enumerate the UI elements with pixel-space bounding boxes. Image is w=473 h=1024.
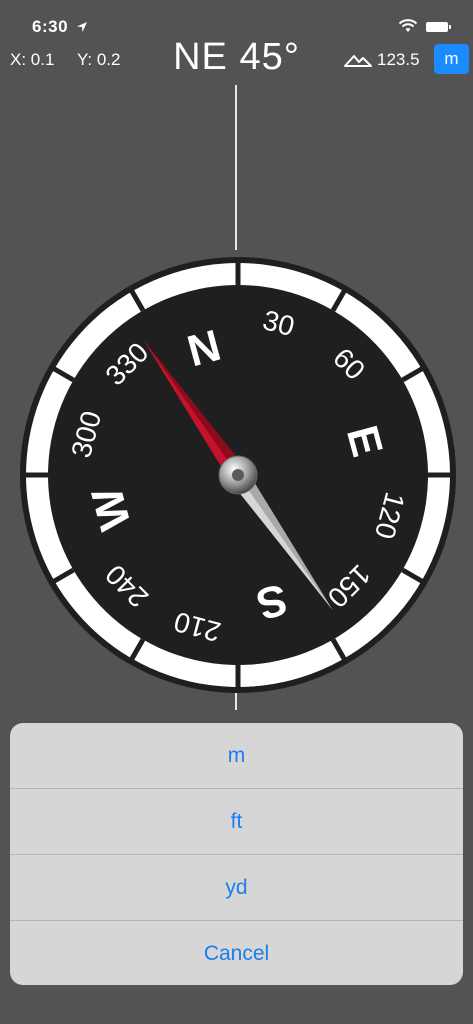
wifi-icon <box>398 19 418 32</box>
compass-dial[interactable]: NESW3060120150210240300330 <box>18 255 458 695</box>
cancel-button[interactable]: Cancel <box>10 921 463 985</box>
altitude-unit-button[interactable]: m <box>434 44 469 74</box>
unit-option-yd[interactable]: yd <box>10 855 463 921</box>
unit-action-sheet: m ft yd Cancel <box>10 723 463 985</box>
location-arrow-icon <box>77 22 87 32</box>
battery-icon <box>426 22 451 32</box>
heading-reference-line <box>235 85 237 250</box>
unit-option-ft[interactable]: ft <box>10 789 463 855</box>
status-time: 6:30 <box>32 17 69 36</box>
mountain-icon <box>344 55 372 67</box>
altitude-value: 123.5 <box>377 50 420 69</box>
unit-option-m[interactable]: m <box>10 723 463 789</box>
needle-hub-center <box>232 469 244 481</box>
